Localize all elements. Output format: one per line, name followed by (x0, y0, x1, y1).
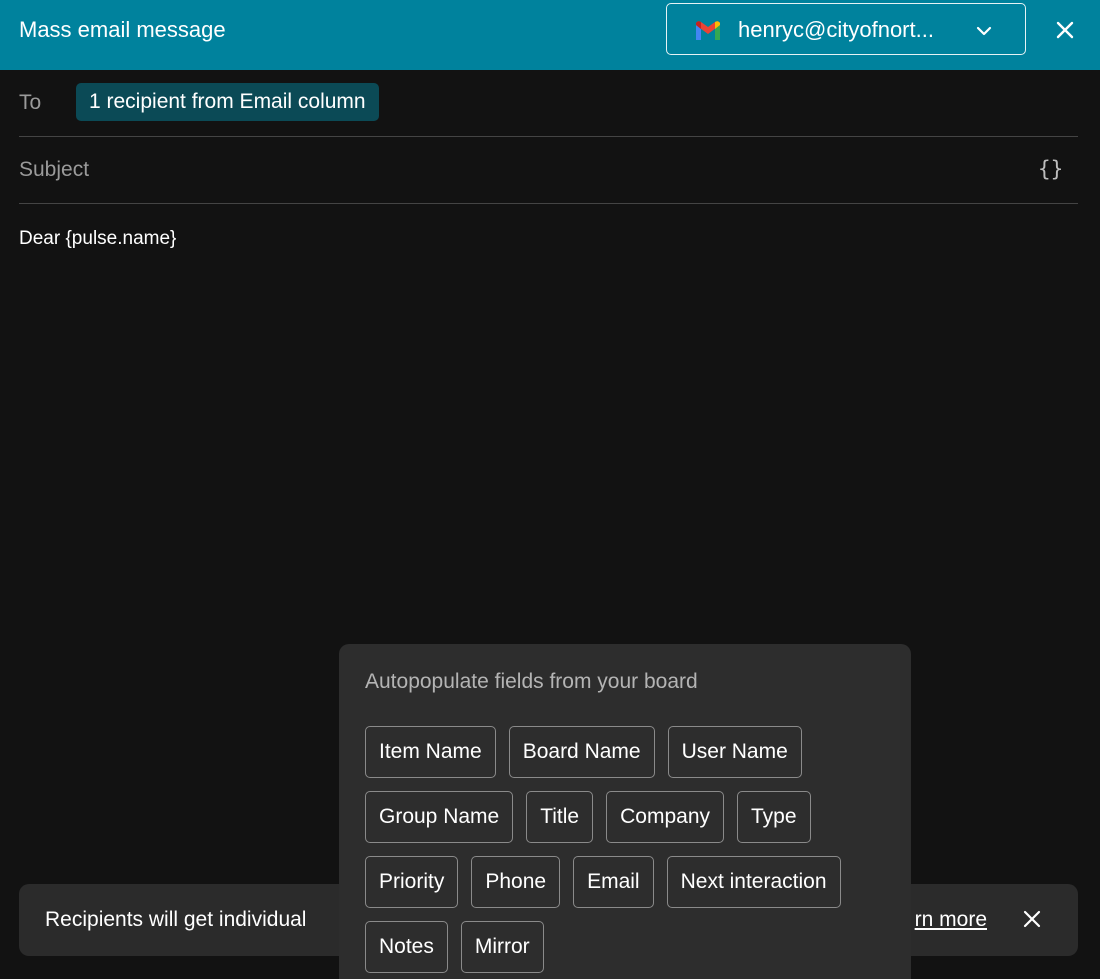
close-icon[interactable] (1019, 906, 1045, 932)
toast-message: Recipients will get individual (45, 908, 307, 931)
modal-header: Mass email message henryc@cityofnort... (0, 0, 1100, 70)
divider (19, 203, 1078, 204)
field-chip-group-name[interactable]: Group Name (365, 791, 514, 843)
field-chip-user-name[interactable]: User Name (667, 726, 802, 778)
account-selector[interactable]: henryc@cityofnort... (666, 3, 1026, 55)
field-chip-phone[interactable]: Phone (471, 856, 561, 908)
modal-title: Mass email message (19, 17, 226, 42)
field-chip-notes[interactable]: Notes (365, 921, 448, 973)
field-chip-company[interactable]: Company (606, 791, 725, 843)
chevron-down-icon (976, 26, 992, 36)
field-chip-board-name[interactable]: Board Name (508, 726, 655, 778)
field-chip-type[interactable]: Type (737, 791, 811, 843)
field-chip-next-interaction[interactable]: Next interaction (666, 856, 841, 908)
field-chip-priority[interactable]: Priority (365, 856, 459, 908)
divider (19, 136, 1078, 137)
field-list: Item Name Board Name User Name Group Nam… (365, 726, 895, 973)
field-chip-title[interactable]: Title (526, 791, 594, 843)
account-email: henryc@cityofnort... (738, 17, 934, 42)
gmail-icon (696, 21, 720, 40)
popover-title: Autopopulate fields from your board (365, 670, 698, 693)
variables-icon[interactable]: {} (1038, 156, 1063, 182)
to-label: To (19, 91, 42, 114)
field-chip-email[interactable]: Email (573, 856, 654, 908)
close-icon[interactable] (1050, 15, 1080, 45)
learn-more-link[interactable]: rn more (915, 907, 987, 933)
field-chip-item-name[interactable]: Item Name (365, 726, 496, 778)
email-body[interactable]: Dear {pulse.name} (19, 227, 176, 251)
recipient-chip[interactable]: 1 recipient from Email column (76, 83, 379, 121)
autopopulate-popover: Autopopulate fields from your board Item… (339, 644, 911, 979)
subject-input[interactable]: Subject (19, 157, 89, 183)
field-chip-mirror[interactable]: Mirror (460, 921, 544, 973)
